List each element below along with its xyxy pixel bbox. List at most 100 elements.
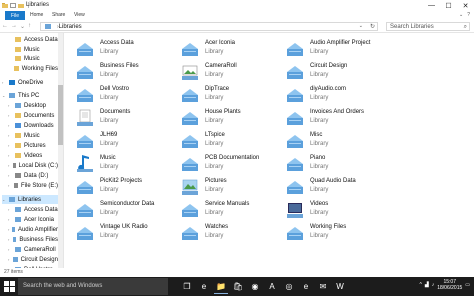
expand-chevron-icon[interactable]: ›	[8, 173, 13, 178]
tab-view[interactable]: View	[74, 12, 85, 18]
back-arrow-icon[interactable]: ←	[2, 23, 8, 30]
expand-chevron-icon[interactable]: ›	[8, 247, 13, 252]
nav-item-downloads[interactable]: › Downloads	[8, 121, 58, 130]
library-item[interactable]: Vintage UK Radio Library	[70, 221, 180, 243]
expand-chevron-icon[interactable]: ›	[8, 217, 13, 222]
chrome-icon[interactable]: ◎	[282, 279, 296, 294]
address-box[interactable]: › Libraries ⌄ ↻	[40, 22, 378, 31]
up-arrow-icon[interactable]: ↑	[28, 23, 31, 30]
tab-home[interactable]: Home	[30, 12, 43, 18]
expand-chevron-icon[interactable]: ›	[8, 113, 13, 118]
expand-chevron-icon[interactable]: ›	[8, 123, 13, 128]
maximize-button[interactable]: ☐	[440, 0, 457, 11]
expand-chevron-icon[interactable]: ›	[8, 133, 13, 138]
library-item[interactable]: PicKit2 Projects Library	[70, 175, 180, 197]
nav-item-desktop[interactable]: › Desktop	[8, 101, 58, 110]
library-item[interactable]: CameraRoll Library	[175, 60, 285, 82]
library-item[interactable]: Service Manuals Library	[175, 198, 285, 220]
library-item[interactable]: DipTrace Library	[175, 83, 285, 105]
library-item[interactable]: Videos Library	[280, 198, 390, 220]
nav-item-this-pc[interactable]: ⌄ This PC	[2, 91, 58, 100]
library-item[interactable]: Semiconductor Data Library	[70, 198, 180, 220]
nav-item-access-data[interactable]: Access Data	[8, 35, 58, 44]
library-item[interactable]: Watches Library	[175, 221, 285, 243]
library-item[interactable]: Audio Amplifier Project Library	[280, 37, 390, 59]
nav-item-onedrive[interactable]: › OneDrive	[2, 78, 58, 87]
expand-chevron-icon[interactable]: ›	[8, 143, 13, 148]
nav-item-audio-amplifier[interactable]: › Audio Amplifier	[8, 225, 58, 234]
clock[interactable]: 15:07 18/06/2015	[437, 279, 462, 291]
expand-chevron-icon[interactable]: ›	[8, 227, 10, 232]
expand-chevron-icon[interactable]: ›	[8, 207, 13, 212]
minimize-button[interactable]: —	[423, 0, 440, 11]
start-button[interactable]	[4, 281, 15, 292]
volume-icon[interactable]: ♪	[432, 282, 435, 288]
library-item[interactable]: JLH69 Library	[70, 129, 180, 151]
address-dropdown-icon[interactable]: ⌄	[359, 23, 363, 29]
forward-arrow-icon[interactable]: →	[11, 23, 17, 30]
pdf-reader-icon[interactable]: A	[265, 279, 279, 294]
search-input[interactable]: Search Libraries ⌕	[386, 22, 470, 31]
properties-icon[interactable]	[10, 2, 16, 8]
library-item[interactable]: PCB Documentation Library	[175, 152, 285, 174]
expand-chevron-icon[interactable]: ⌄	[2, 93, 7, 98]
word-icon[interactable]: W	[333, 279, 347, 294]
navigation-pane[interactable]: Access Data Music Music Working Files › OneDr…	[0, 33, 64, 268]
expand-chevron-icon[interactable]: ›	[8, 153, 13, 158]
library-item[interactable]: Piano Library	[280, 152, 390, 174]
expand-chevron-icon[interactable]: ›	[2, 80, 7, 85]
address-path[interactable]: Libraries	[59, 24, 82, 30]
nav-item-access-data[interactable]: › Access Data	[8, 205, 58, 214]
close-button[interactable]: ✕	[457, 0, 474, 11]
nav-item-libraries[interactable]: ⌄ Libraries	[2, 195, 58, 204]
edge-icon[interactable]: e	[197, 279, 211, 294]
expand-ribbon-icon[interactable]: ⌄	[459, 12, 463, 18]
library-item[interactable]: Circuit Design Library	[280, 60, 390, 82]
nav-item-videos[interactable]: › Videos	[8, 151, 58, 160]
library-item[interactable]: Invoices And Orders Library	[280, 106, 390, 128]
help-icon[interactable]: ?	[467, 12, 470, 18]
library-item[interactable]: Quad Audio Data Library	[280, 175, 390, 197]
nav-item-circuit-design[interactable]: › Circuit Design	[8, 255, 58, 264]
library-item[interactable]: House Plants Library	[175, 106, 285, 128]
nav-item-business-files[interactable]: › Business Files	[8, 235, 58, 244]
library-item[interactable]: Business Files Library	[70, 60, 180, 82]
search-icon[interactable]: ⌕	[464, 23, 467, 31]
store-icon[interactable]: 🛍	[231, 279, 245, 294]
new-folder-icon[interactable]	[18, 3, 24, 8]
nav-item-music[interactable]: Music	[8, 54, 58, 63]
scrollbar[interactable]	[58, 33, 63, 268]
nav-item-file-store-e[interactable]: › File Store (E:)	[8, 181, 58, 190]
outlook-icon[interactable]: ✉	[316, 279, 330, 294]
internet-explorer-icon[interactable]: e	[299, 279, 313, 294]
library-item[interactable]: Working Files Library	[280, 221, 390, 243]
library-item[interactable]: Pictures Library	[175, 175, 285, 197]
nav-item-music[interactable]: Music	[8, 45, 58, 54]
tab-share[interactable]: Share	[52, 12, 65, 18]
nav-item-data-d[interactable]: › Data (D:)	[8, 171, 58, 180]
library-item[interactable]: LTspice Library	[175, 129, 285, 151]
library-item[interactable]: Dell Vostro Library	[70, 83, 180, 105]
library-item[interactable]: Documents Library	[70, 106, 180, 128]
scroll-thumb[interactable]	[58, 85, 63, 145]
refresh-icon[interactable]: ↻	[370, 23, 375, 30]
library-item[interactable]: Music Library	[70, 152, 180, 174]
expand-chevron-icon[interactable]: ›	[8, 257, 11, 262]
nav-item-music[interactable]: › Music	[8, 131, 58, 140]
nav-item-cameraroll[interactable]: › CameraRoll	[8, 245, 58, 254]
recent-locations-icon[interactable]: ⌄	[20, 23, 25, 30]
tab-file[interactable]: File	[5, 11, 25, 20]
network-icon[interactable]: ▟	[425, 282, 429, 288]
nav-item-working-files[interactable]: Working Files	[8, 64, 58, 73]
show-hidden-icons-icon[interactable]: ^	[420, 282, 422, 288]
library-item[interactable]: Misc Library	[280, 129, 390, 151]
taskbar-search-input[interactable]: Search the web and Windows	[18, 278, 168, 295]
expand-chevron-icon[interactable]: ›	[8, 183, 12, 188]
expand-chevron-icon[interactable]: ⌄	[2, 197, 7, 202]
expand-chevron-icon[interactable]: ›	[8, 163, 11, 168]
nav-item-acer-iconia[interactable]: › Acer Iconia	[8, 215, 58, 224]
folder-icon[interactable]	[2, 2, 8, 8]
expand-chevron-icon[interactable]: ›	[8, 103, 13, 108]
task-view-icon[interactable]: ❐	[180, 279, 194, 294]
notification-icon[interactable]: ▭	[465, 282, 470, 288]
